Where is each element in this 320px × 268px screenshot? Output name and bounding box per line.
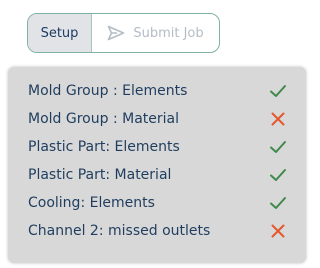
job-toolbar: Setup Submit Job	[27, 13, 220, 53]
check-label: Cooling: Elements	[28, 195, 155, 211]
cross-icon	[268, 221, 288, 241]
validation-row: Mold Group : Elements	[28, 77, 288, 105]
validation-list: Mold Group : Elements Mold Group : Mater…	[28, 77, 288, 245]
validation-panel: Mold Group : Elements Mold Group : Mater…	[8, 67, 306, 263]
validation-row: Plastic Part: Elements	[28, 133, 288, 161]
check-label: Plastic Part: Elements	[28, 139, 180, 155]
checkmark-icon	[268, 193, 288, 213]
job-validation-view: Setup Submit Job Mold Group : Elements M…	[0, 0, 310, 268]
paper-plane-icon	[107, 25, 125, 41]
check-label: Mold Group : Elements	[28, 83, 188, 99]
checkmark-icon	[268, 81, 288, 101]
checkmark-icon	[268, 137, 288, 157]
setup-button[interactable]: Setup	[28, 14, 92, 52]
validation-row: Plastic Part: Material	[28, 161, 288, 189]
check-label: Plastic Part: Material	[28, 167, 172, 183]
setup-button-label: Setup	[40, 25, 79, 41]
check-label: Mold Group : Material	[28, 111, 179, 127]
submit-job-button[interactable]: Submit Job	[92, 14, 219, 52]
validation-row: Cooling: Elements	[28, 189, 288, 217]
submit-job-label: Submit Job	[133, 25, 204, 41]
checkmark-icon	[268, 165, 288, 185]
cross-icon	[268, 109, 288, 129]
validation-row: Channel 2: missed outlets	[28, 217, 288, 245]
check-label: Channel 2: missed outlets	[28, 223, 211, 239]
validation-row: Mold Group : Material	[28, 105, 288, 133]
